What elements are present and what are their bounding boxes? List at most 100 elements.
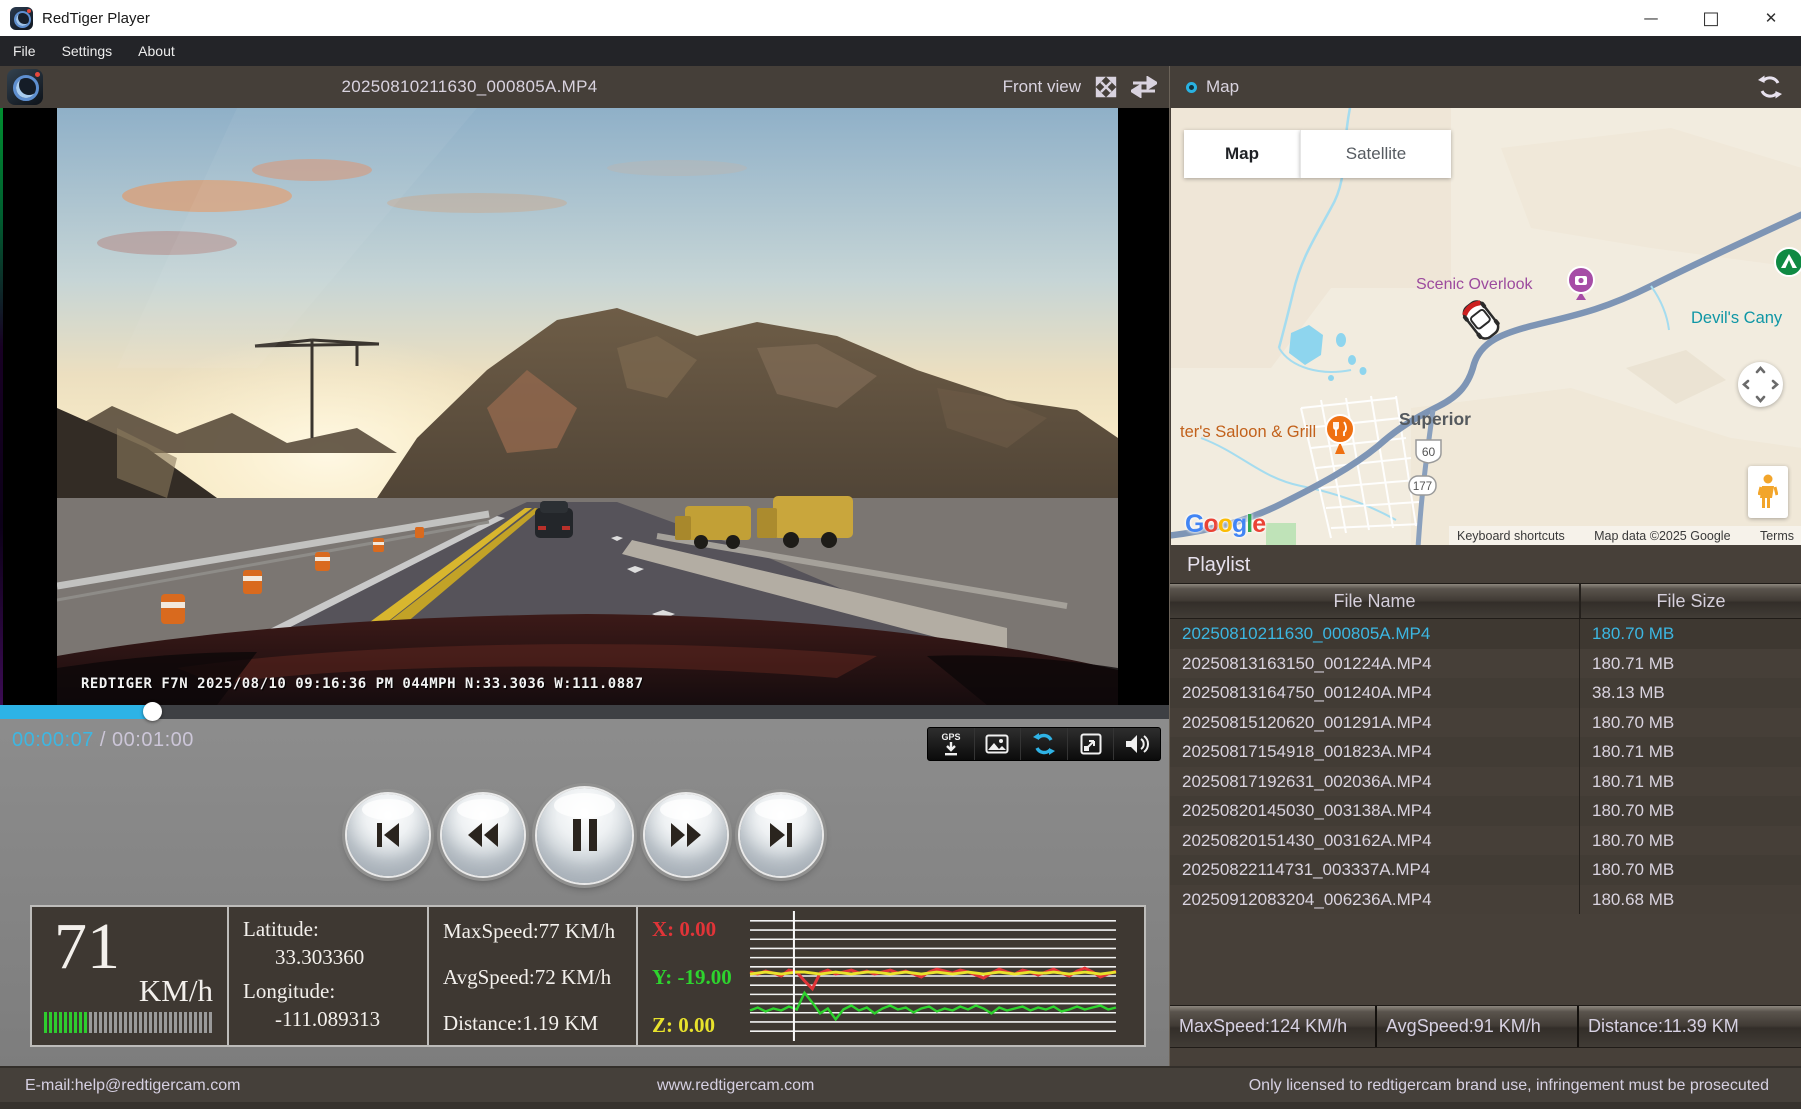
- gauge-segment: [154, 1012, 157, 1033]
- map-playlist-panel: Map: [1169, 66, 1801, 1066]
- minimize-button[interactable]: —: [1621, 0, 1681, 36]
- playlist-row[interactable]: 20250817154918_001823A.MP4180.71 MB: [1170, 737, 1801, 767]
- playback-buttons: [0, 777, 1169, 893]
- support-email: E-mail:help@redtigercam.com: [25, 1077, 240, 1095]
- playlist-file-size: 180.68 MB: [1579, 885, 1801, 915]
- swap-view-icon[interactable]: [1131, 76, 1157, 98]
- dashcam-scene: [57, 108, 1118, 705]
- gauge-segment: [64, 1012, 67, 1033]
- menu-bar: FileSettingsAbout: [0, 36, 1801, 66]
- seek-bar-fill: [0, 705, 152, 719]
- close-button[interactable]: ✕: [1741, 0, 1801, 36]
- seek-handle[interactable]: [143, 702, 162, 721]
- total-time: 00:01:00: [112, 729, 194, 751]
- playlist-rows: 20250810211630_000805A.MP4180.70 MB20250…: [1170, 619, 1801, 914]
- dashcam-stamp: REDTIGER F7N 2025/08/10 09:16:36 PM 044M…: [81, 676, 644, 692]
- speed-cell: 71 KM/h: [32, 907, 229, 1045]
- google-logo[interactable]: Google: [1185, 510, 1265, 539]
- gps-export-button[interactable]: GPS: [928, 728, 975, 760]
- playlist-title: Playlist: [1170, 545, 1801, 583]
- maximize-button[interactable]: □: [1681, 0, 1741, 36]
- route-60-shield: 60: [1416, 440, 1441, 463]
- resize-button[interactable]: [1068, 728, 1115, 760]
- edge-artifact: [0, 108, 3, 705]
- status-bar: E-mail:help@redtigercam.com www.redtiger…: [0, 1066, 1801, 1109]
- map-view-button[interactable]: Map: [1184, 130, 1300, 178]
- current-time: 00:00:07: [12, 729, 94, 751]
- map-data-text: Map data ©2025 Google: [1594, 529, 1730, 543]
- gauge-segment: [149, 1012, 152, 1033]
- playlist-row[interactable]: 20250820145030_003138A.MP4180.70 MB: [1170, 796, 1801, 826]
- playlist-file-name[interactable]: 20250822114731_003337A.MP4: [1170, 855, 1579, 885]
- map-attribution: Keyboard shortcuts Map data ©2025 Google…: [1449, 526, 1801, 545]
- volume-button[interactable]: [1114, 728, 1160, 760]
- refresh-icon[interactable]: [1757, 74, 1783, 100]
- pause-button[interactable]: [537, 788, 632, 883]
- next-button[interactable]: [740, 794, 822, 876]
- playlist-max-speed: MaxSpeed:124 KM/h: [1170, 1006, 1377, 1047]
- playlist-file-size: 180.70 MB: [1579, 708, 1801, 738]
- gauge-segment: [199, 1012, 202, 1033]
- gauge-segment: [99, 1012, 102, 1033]
- previous-button[interactable]: [347, 794, 429, 876]
- gauge-segment: [159, 1012, 162, 1033]
- trip-summary-bar: MaxSpeed:124 KM/hAvgSpeed:91 KM/hDistanc…: [1170, 1005, 1801, 1048]
- menu-item-settings[interactable]: Settings: [49, 36, 126, 66]
- playlist-row[interactable]: 20250912083204_006236A.MP4180.68 MB: [1170, 885, 1801, 915]
- map-header: Map: [1170, 66, 1801, 108]
- map-pan-control[interactable]: [1738, 362, 1783, 407]
- speed-unit: KM/h: [139, 973, 213, 1009]
- playlist-file-name[interactable]: 20250912083204_006236A.MP4: [1170, 885, 1579, 915]
- playlist-file-size: 180.71 MB: [1579, 737, 1801, 767]
- playlist-file-name[interactable]: 20250815120620_001291A.MP4: [1170, 708, 1579, 738]
- gsensor-z-label: Z: 0.00: [652, 1013, 715, 1038]
- video-area[interactable]: REDTIGER F7N 2025/08/10 09:16:36 PM 044M…: [0, 108, 1169, 705]
- playlist-file-name[interactable]: 20250820145030_003138A.MP4: [1170, 796, 1579, 826]
- gauge-segment: [44, 1012, 47, 1033]
- playlist-row[interactable]: 20250822114731_003337A.MP4180.70 MB: [1170, 855, 1801, 885]
- rewind-button[interactable]: [442, 794, 524, 876]
- distance: Distance:1.19 KM: [443, 1011, 636, 1036]
- playlist-row[interactable]: 20250810211630_000805A.MP4180.70 MB: [1170, 619, 1801, 649]
- latitude-label: Latitude:: [243, 917, 427, 942]
- playlist-file-size: 180.70 MB: [1579, 855, 1801, 885]
- gauge-segment: [69, 1012, 72, 1033]
- playlist-file-name[interactable]: 20250813163150_001224A.MP4: [1170, 649, 1579, 679]
- playlist-file-name[interactable]: 20250810211630_000805A.MP4: [1170, 619, 1579, 649]
- google-map[interactable]: Scenic Overlook Devil's Cany ter's Saloo…: [1171, 108, 1801, 545]
- menu-item-file[interactable]: File: [0, 36, 49, 66]
- file-name-column-header[interactable]: File Name: [1170, 584, 1579, 618]
- playlist-row[interactable]: 20250813164750_001240A.MP438.13 MB: [1170, 678, 1801, 708]
- playlist-row[interactable]: 20250815120620_001291A.MP4180.70 MB: [1170, 708, 1801, 738]
- sync-button[interactable]: [1021, 728, 1068, 760]
- playlist-row[interactable]: 20250817192631_002036A.MP4180.71 MB: [1170, 767, 1801, 797]
- seek-bar[interactable]: [0, 705, 1169, 719]
- accel-graph: [746, 911, 1120, 1041]
- satellite-view-button[interactable]: Satellite: [1300, 130, 1451, 178]
- telemetry-panel: 71 KM/h Latitude: 33.303360 Longitude: -…: [30, 905, 1146, 1047]
- fullscreen-icon[interactable]: [1094, 75, 1118, 99]
- keyboard-shortcuts-link[interactable]: Keyboard shortcuts: [1457, 529, 1565, 543]
- svg-text:GPS: GPS: [941, 732, 960, 742]
- pegman-control[interactable]: [1748, 466, 1788, 518]
- gauge-segment: [49, 1012, 52, 1033]
- playlist-file-name[interactable]: 20250817154918_001823A.MP4: [1170, 737, 1579, 767]
- fast-forward-button[interactable]: [645, 794, 727, 876]
- terms-link[interactable]: Terms: [1760, 529, 1794, 543]
- snapshot-button[interactable]: [975, 728, 1022, 760]
- playlist-file-name[interactable]: 20250817192631_002036A.MP4: [1170, 767, 1579, 797]
- playlist-row[interactable]: 20250820151430_003162A.MP4180.70 MB: [1170, 826, 1801, 856]
- gauge-segment: [169, 1012, 172, 1033]
- gsensor-cell: X: 0.00 Y: -19.00 Z: 0.00: [638, 907, 1144, 1045]
- gauge-segment: [174, 1012, 177, 1033]
- devils-canyon-label: Devil's Cany: [1691, 309, 1783, 327]
- playlist-column-headers: File Name File Size: [1170, 583, 1801, 619]
- gauge-segment: [114, 1012, 117, 1033]
- gauge-segment: [179, 1012, 182, 1033]
- menu-item-about[interactable]: About: [125, 36, 188, 66]
- playlist-row[interactable]: 20250813163150_001224A.MP4180.71 MB: [1170, 649, 1801, 679]
- file-size-column-header[interactable]: File Size: [1579, 584, 1801, 618]
- map-panel-title: Map: [1206, 77, 1239, 97]
- playlist-file-name[interactable]: 20250813164750_001240A.MP4: [1170, 678, 1579, 708]
- playlist-file-name[interactable]: 20250820151430_003162A.MP4: [1170, 826, 1579, 856]
